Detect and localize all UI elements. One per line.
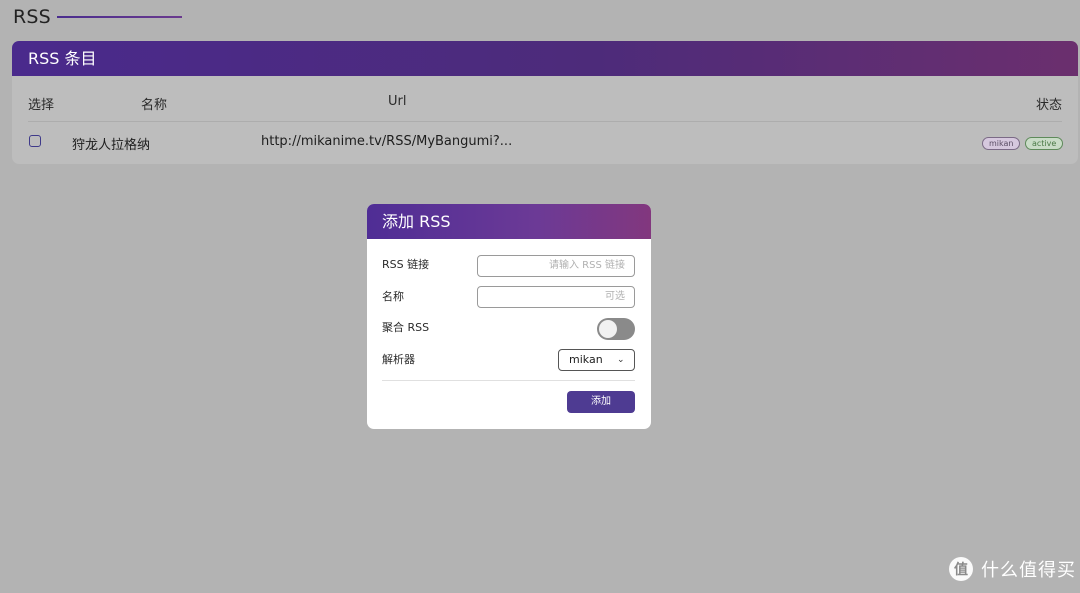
column-name: 名称 (141, 98, 168, 113)
watermark-logo-glyph: 值 (954, 562, 968, 578)
row-checkbox[interactable] (29, 135, 41, 147)
chevron-down-icon: ⌄ (617, 355, 625, 365)
rss-items-header: RSS 条目 (12, 41, 1078, 76)
page-title: RSS (13, 6, 51, 28)
watermark: 值 什么值得买 (949, 556, 1076, 582)
table-row[interactable]: 狩龙人拉格纳 http://mikanime.tv/RSS/MyBangumi?… (12, 122, 1078, 164)
rss-link-placeholder: 请输入 RSS 链接 (548, 260, 625, 271)
add-rss-dialog: 添加 RSS RSS 链接 请输入 RSS 链接 名称 可选 聚合 RSS 解析… (367, 204, 651, 429)
title-underline (57, 16, 182, 18)
table-header: 选择 名称 Url 状态 (28, 76, 1062, 122)
watermark-logo-icon: 值 (949, 557, 973, 581)
row-name: 狩龙人拉格纳 (72, 138, 151, 153)
add-button[interactable]: 添加 (567, 391, 635, 413)
parser-select[interactable]: mikan ⌄ (558, 349, 635, 371)
rss-items-card: RSS 条目 选择 名称 Url 状态 狩龙人拉格纳 http://mikani… (12, 41, 1078, 164)
name-label: 名称 (382, 290, 404, 303)
parser-value: mikan (569, 353, 603, 366)
dialog-title: 添加 RSS (367, 204, 651, 239)
aggregate-rss-toggle[interactable] (597, 318, 635, 340)
dialog-divider (382, 380, 635, 381)
rss-link-label: RSS 链接 (382, 258, 430, 271)
aggregate-rss-label: 聚合 RSS (382, 321, 430, 334)
status-badge: active (1025, 137, 1064, 150)
rss-link-input[interactable]: 请输入 RSS 链接 (477, 255, 635, 277)
column-status: 状态 (1036, 98, 1063, 113)
name-input[interactable]: 可选 (477, 286, 635, 308)
column-select: 选择 (28, 98, 55, 113)
name-placeholder: 可选 (605, 291, 625, 302)
toggle-knob (599, 320, 617, 338)
status-badge: mikan (982, 137, 1021, 150)
watermark-text: 什么值得买 (981, 560, 1076, 581)
row-url: http://mikanime.tv/RSS/MyBangumi?... (261, 134, 513, 149)
parser-label: 解析器 (382, 353, 415, 366)
column-url: Url (388, 94, 407, 109)
